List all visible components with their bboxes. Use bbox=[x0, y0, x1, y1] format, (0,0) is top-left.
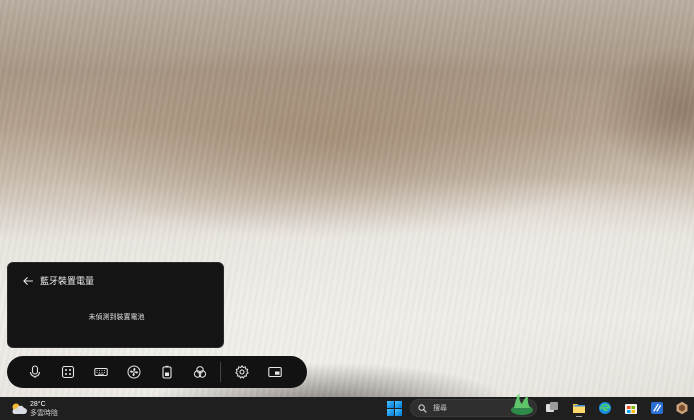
quick-toolbar bbox=[7, 356, 307, 388]
taskbar: 28°C 多雲時陰 bbox=[0, 397, 694, 420]
pip-icon[interactable] bbox=[258, 356, 291, 388]
task-view-icon[interactable] bbox=[543, 399, 561, 417]
no-battery-message: 未偵測到裝置電池 bbox=[88, 314, 145, 321]
weather-condition: 多雲時陰 bbox=[30, 409, 58, 417]
running-indicator bbox=[576, 416, 582, 417]
back-arrow-icon[interactable] bbox=[20, 273, 36, 289]
gear-icon[interactable] bbox=[225, 356, 258, 388]
bluetooth-battery-panel: 藍牙裝置電量 未偵測到裝置電池 bbox=[7, 262, 224, 348]
weather-widget[interactable]: 28°C 多雲時陰 bbox=[10, 398, 58, 419]
folder-icon[interactable] bbox=[570, 399, 588, 417]
search-highlight-icon[interactable] bbox=[508, 388, 536, 416]
search-icon bbox=[418, 403, 427, 413]
weather-temperature: 28°C bbox=[30, 400, 46, 408]
keyboard-icon[interactable] bbox=[84, 356, 117, 388]
microphone-icon[interactable] bbox=[18, 356, 51, 388]
search-placeholder: 搜尋 bbox=[433, 405, 447, 412]
color-circles-icon[interactable] bbox=[183, 356, 216, 388]
store-icon[interactable] bbox=[622, 399, 640, 417]
edge-browser-icon[interactable] bbox=[596, 399, 614, 417]
teams-icon[interactable] bbox=[648, 399, 666, 417]
fan-icon[interactable] bbox=[117, 356, 150, 388]
windows-start-icon[interactable] bbox=[386, 400, 403, 417]
toolbar-divider bbox=[220, 362, 221, 382]
gaming-app-icon[interactable] bbox=[673, 399, 691, 417]
panel-title: 藍牙裝置電量 bbox=[40, 276, 95, 286]
grid-icon[interactable] bbox=[51, 356, 84, 388]
partly-cloudy-icon bbox=[10, 402, 27, 415]
battery-icon[interactable] bbox=[150, 356, 183, 388]
